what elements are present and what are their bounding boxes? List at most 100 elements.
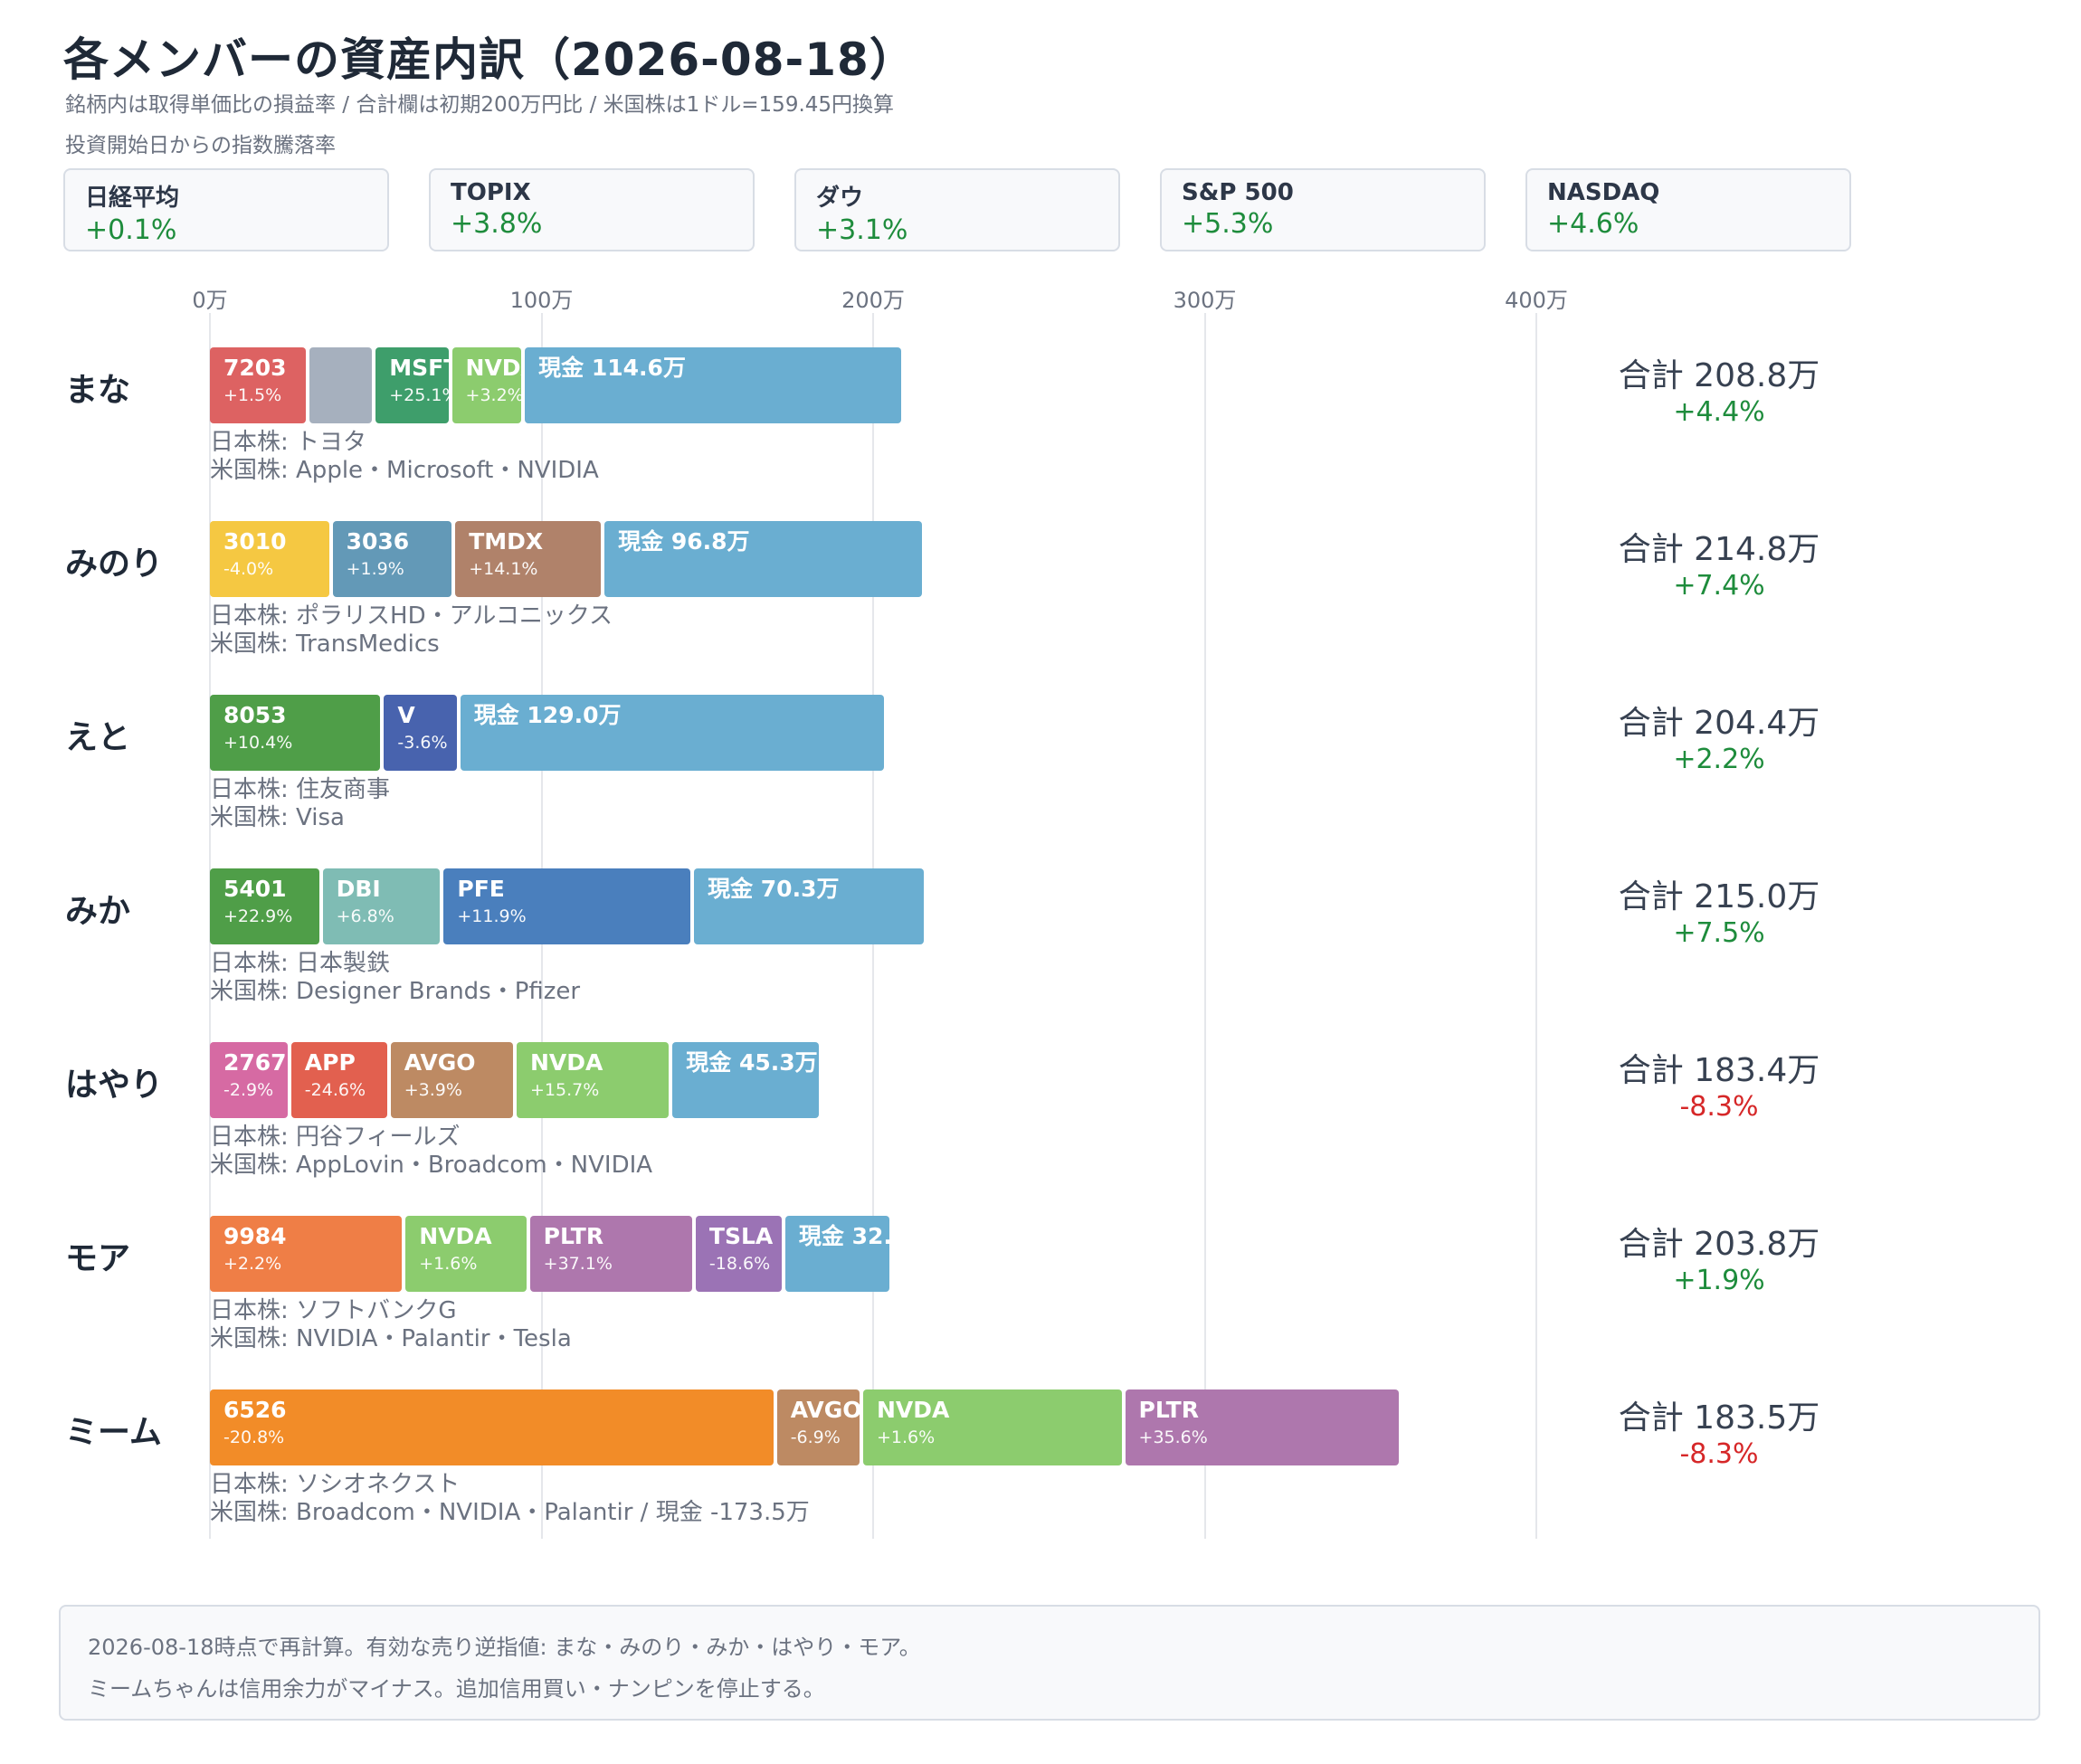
segment-label: 現金 32.5万 bbox=[798, 1223, 889, 1249]
bar-segment: 6526 -20.8% bbox=[210, 1389, 774, 1465]
bar-segment: NVDA +3.2% bbox=[451, 347, 522, 423]
segment-return: +10.4% bbox=[223, 733, 293, 753]
holdings-us: 米国株: Broadcom・NVIDIA・Palantir / 現金 -173.… bbox=[210, 1499, 810, 1526]
segment-return: +2.2% bbox=[223, 1254, 282, 1274]
segment-return: +1.5% bbox=[223, 385, 282, 405]
index-name: S&P 500 bbox=[1182, 179, 1294, 206]
bar-segment: 3036 +1.9% bbox=[332, 521, 452, 597]
total-return: -8.3% bbox=[1679, 1438, 1759, 1470]
segment-label: TSLA bbox=[708, 1223, 774, 1249]
member-name: ミーム bbox=[65, 1414, 162, 1451]
segment-label: DBI bbox=[336, 876, 381, 902]
segment-label: PLTR bbox=[1138, 1397, 1199, 1423]
index-value: +3.8% bbox=[451, 208, 543, 240]
segment-label: 6526 bbox=[223, 1397, 287, 1423]
segment-label: TMDX bbox=[469, 528, 544, 555]
segment-label: 3010 bbox=[223, 528, 287, 555]
segment-return: +3.9% bbox=[404, 1080, 462, 1100]
bar-segment: 3010 -4.0% bbox=[210, 521, 329, 597]
segment-return: -6.9% bbox=[790, 1427, 841, 1447]
notes-box: 2026-08-18時点で再計算。有効な売り逆指値: まな・みのり・みか・はやり… bbox=[59, 1605, 2040, 1721]
holdings-text: 日本株: ソシオネクスト 米国株: Broadcom・NVIDIA・Palanti… bbox=[210, 1471, 810, 1527]
member-total: 合計 204.4万 +2.2% bbox=[1615, 697, 1823, 775]
total-value: 合計 215.0万 bbox=[1618, 878, 1820, 915]
x-tick-label: 100万 bbox=[509, 288, 574, 313]
segment-label: 現金 45.3万 bbox=[686, 1049, 818, 1076]
member-total: 合計 183.4万 -8.3% bbox=[1615, 1044, 1823, 1123]
index-name: 日経平均 bbox=[85, 185, 180, 212]
segment-return: +35.6% bbox=[1138, 1427, 1208, 1447]
index-card-dow: ダウ +3.1% bbox=[794, 168, 1120, 251]
total-value: 合計 183.5万 bbox=[1618, 1399, 1820, 1437]
bar-segment: 現金 129.0万 bbox=[460, 695, 885, 771]
bar-segment: AVGO -6.9% bbox=[776, 1389, 860, 1465]
segment-label: AVGO bbox=[404, 1049, 476, 1076]
total-return: +2.2% bbox=[1673, 744, 1765, 775]
bar-segment bbox=[309, 347, 373, 423]
holdings-us: 米国株: TransMedics bbox=[210, 631, 440, 658]
segment-return: +1.9% bbox=[346, 559, 404, 579]
index-caption: 投資開始日からの指数騰落率 bbox=[65, 134, 336, 157]
bar-segment: 9984 +2.2% bbox=[210, 1216, 403, 1292]
segment-return: +15.7% bbox=[530, 1080, 600, 1100]
segment-label: V bbox=[397, 702, 415, 728]
member-total: 合計 183.5万 -8.3% bbox=[1615, 1391, 1823, 1470]
segment-label: 現金 114.6万 bbox=[538, 355, 686, 381]
segment-label: NVDA bbox=[465, 355, 522, 381]
member-name: みのり bbox=[65, 545, 164, 583]
index-value: +4.6% bbox=[1547, 208, 1639, 240]
total-value: 合計 203.8万 bbox=[1618, 1226, 1820, 1263]
holdings-us: 米国株: Apple・Microsoft・NVIDIA bbox=[210, 457, 599, 484]
bar-segment: TMDX +14.1% bbox=[455, 521, 602, 597]
segment-label: 現金 96.8万 bbox=[618, 528, 750, 555]
bar-segment: TSLA -18.6% bbox=[695, 1216, 782, 1292]
total-return: +7.4% bbox=[1673, 570, 1765, 602]
segment-return: -20.8% bbox=[223, 1427, 285, 1447]
total-value: 合計 204.4万 bbox=[1618, 705, 1820, 742]
total-return: -8.3% bbox=[1679, 1091, 1759, 1123]
bar-segment: 現金 70.3万 bbox=[694, 868, 924, 944]
holdings-jp: 日本株: ポラリスHD・アルコニックス bbox=[210, 602, 613, 630]
segment-label: 5401 bbox=[223, 876, 287, 902]
index-card-sp500: S&P 500 +5.3% bbox=[1160, 168, 1486, 251]
holdings-us: 米国株: Designer Brands・Pfizer bbox=[210, 978, 581, 1005]
segment-return: -4.0% bbox=[223, 559, 274, 579]
index-value: +0.1% bbox=[85, 214, 177, 246]
bar-segment: 現金 32.5万 bbox=[784, 1216, 889, 1292]
bar-segment: NVDA +15.7% bbox=[517, 1042, 670, 1118]
holdings-jp: 日本株: 住友商事 bbox=[210, 776, 391, 803]
segment-return: +1.6% bbox=[419, 1254, 478, 1274]
total-return: +7.5% bbox=[1673, 917, 1765, 949]
segment-label: NVDA bbox=[419, 1223, 492, 1249]
note-line: 2026-08-18時点で再計算。有効な売り逆指値: まな・みのり・みか・はやり… bbox=[88, 1635, 921, 1660]
page-title: 各メンバーの資産内訳（2026-08-18） bbox=[63, 33, 916, 86]
total-value: 合計 214.8万 bbox=[1618, 531, 1820, 568]
segment-label: PFE bbox=[457, 876, 505, 902]
segment-label: 3036 bbox=[346, 528, 410, 555]
holdings-us: 米国株: AppLovin・Broadcom・NVIDIA bbox=[210, 1152, 653, 1179]
holdings-text: 日本株: ソフトバンクG 米国株: NVIDIA・Palantir・Tesla bbox=[210, 1297, 572, 1353]
bar-segment: 2767 -2.9% bbox=[210, 1042, 288, 1118]
index-card-nikkei: 日経平均 +0.1% bbox=[63, 168, 389, 251]
member-total: 合計 215.0万 +7.5% bbox=[1615, 870, 1823, 949]
total-value: 合計 183.4万 bbox=[1618, 1052, 1820, 1089]
index-name: ダウ bbox=[816, 185, 864, 212]
member-name: はやり bbox=[65, 1067, 164, 1104]
member-total: 合計 214.8万 +7.4% bbox=[1615, 523, 1823, 602]
bar-segment: APP -24.6% bbox=[290, 1042, 387, 1118]
member-total: 合計 208.8万 +4.4% bbox=[1615, 349, 1823, 428]
index-value: +5.3% bbox=[1182, 208, 1274, 240]
gridline bbox=[1535, 313, 1537, 1539]
x-tick-label: 400万 bbox=[1505, 288, 1568, 313]
total-value: 合計 208.8万 bbox=[1618, 357, 1820, 394]
member-name: モア bbox=[65, 1240, 131, 1277]
bar-segment: 現金 114.6万 bbox=[525, 347, 902, 423]
segment-label: 現金 129.0万 bbox=[473, 702, 622, 728]
segment-return: -2.9% bbox=[223, 1080, 274, 1100]
bar-segment: 5401 +22.9% bbox=[210, 868, 319, 944]
holdings-text: 日本株: 住友商事 米国株: Visa bbox=[210, 776, 390, 832]
segment-label: 2767 bbox=[223, 1049, 287, 1076]
segment-return: -24.6% bbox=[304, 1080, 366, 1100]
holdings-jp: 日本株: ソフトバンクG bbox=[210, 1297, 457, 1324]
segment-label: 9984 bbox=[223, 1223, 287, 1249]
